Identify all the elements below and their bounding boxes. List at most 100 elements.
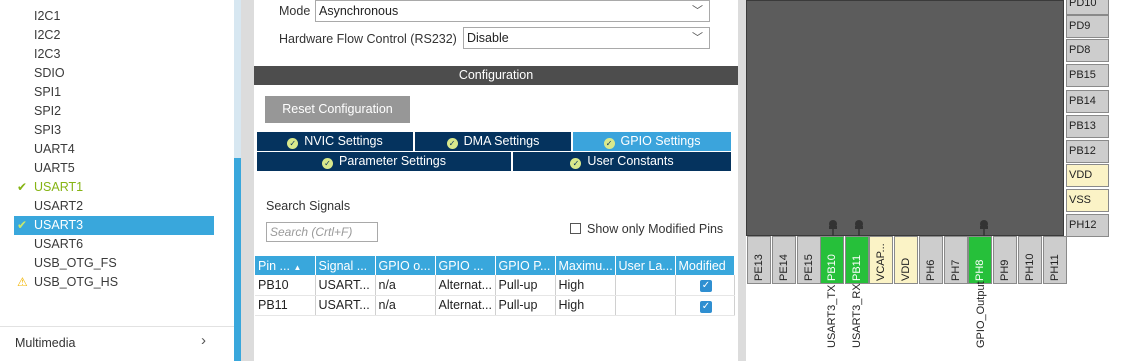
tab-dma-settings[interactable]: ✓ DMA Settings [415, 132, 571, 151]
column-header-max-speed[interactable]: Maximu... [555, 256, 616, 275]
chip-pin-ph7[interactable]: PH7 [944, 236, 968, 284]
column-header-modified[interactable]: Modified [675, 256, 735, 275]
tree-item-usb-otg-hs[interactable]: ⚠ USB_OTG_HS [14, 273, 214, 292]
mode-select[interactable]: Asynchronous ﹀ [315, 0, 710, 22]
cell-modified[interactable]: ✓ [675, 275, 735, 296]
checked-checkbox-icon[interactable]: ✓ [700, 280, 712, 293]
pin-label: PE14 [778, 254, 790, 281]
checked-checkbox-icon[interactable]: ✓ [700, 300, 712, 313]
chip-pin-pb12[interactable]: PB12 [1066, 140, 1109, 163]
chip-pin-vcap[interactable]: VCAP... [869, 236, 893, 284]
cell-gpio-mode: Alternat... [435, 295, 496, 316]
cell-modified[interactable]: ✓ [675, 295, 735, 316]
tree-item-usart3[interactable]: ✔ USART3 [14, 216, 214, 235]
tree-item-uart4[interactable]: UART4 [14, 140, 214, 159]
cell-user-label[interactable] [615, 275, 676, 296]
chip-pin-pb13[interactable]: PB13 [1066, 115, 1109, 138]
reset-configuration-button[interactable]: Reset Configuration [265, 96, 410, 123]
check-icon: ✔ [17, 218, 28, 232]
chip-pin-vdd-bottom[interactable]: VDD [894, 236, 918, 284]
cell-pin: PB10 [255, 275, 316, 296]
tree-item-partial[interactable] [14, 0, 214, 6]
chip-pin-pd8[interactable]: PD8 [1066, 39, 1109, 62]
table-row[interactable]: PB11 USART... n/a Alternat... Pull-up Hi… [255, 295, 735, 316]
tree-item-spi2[interactable]: SPI2 [14, 102, 214, 121]
show-modified-label: Show only Modified Pins [587, 222, 724, 236]
column-header-pin[interactable]: Pin ... ▲ [255, 256, 316, 275]
show-modified-pins-checkbox[interactable]: Show only Modified Pins [570, 222, 723, 236]
column-header-gpio-output[interactable]: GPIO o... [375, 256, 436, 275]
category-multimedia[interactable]: Multimedia › [0, 326, 234, 361]
tab-parameter-settings[interactable]: ✓ Parameter Settings [257, 152, 511, 171]
pin-label: PB15 [1069, 69, 1096, 81]
tree-item-spi1[interactable]: SPI1 [14, 83, 214, 102]
chip-body [746, 0, 1064, 236]
chevron-down-icon: ﹀ [692, 5, 703, 17]
tree-item-uart5[interactable]: UART5 [14, 159, 214, 178]
tab-nvic-settings[interactable]: ✓ NVIC Settings [257, 132, 413, 151]
column-header-user-label[interactable]: User La... [615, 256, 676, 275]
pin-signal-usart3-rx: USART3_RX [851, 283, 863, 348]
chip-pin-pb11[interactable]: PB11 [845, 236, 869, 284]
tree-item-i2c1[interactable]: I2C1 [14, 7, 214, 26]
pin-label: PH6 [925, 259, 937, 281]
column-header-gpio-pull[interactable]: GPIO P... [495, 256, 556, 275]
tree-item-usart6[interactable]: USART6 [14, 235, 214, 254]
column-header-gpio-mode[interactable]: GPIO ... [435, 256, 496, 275]
column-header-signal[interactable]: Signal ... [315, 256, 376, 275]
tree-item-usb-otg-fs[interactable]: USB_OTG_FS [14, 254, 214, 273]
tree-item-label: UART5 [34, 161, 75, 175]
tree-item-label: UART4 [34, 142, 75, 156]
cell-max-speed: High [555, 275, 616, 296]
chip-pin-pe15[interactable]: PE15 [797, 236, 821, 284]
cell-user-label[interactable] [615, 295, 676, 316]
category-label: Multimedia [15, 336, 76, 350]
tree-item-label: USB_OTG_HS [34, 275, 119, 289]
tree-item-label: SDIO [34, 66, 65, 80]
chip-pin-pe14[interactable]: PE14 [772, 236, 796, 284]
tree-item-label: SPI1 [34, 85, 62, 99]
search-signals-input[interactable] [266, 222, 378, 242]
chip-pin-ph11[interactable]: PH11 [1043, 236, 1067, 284]
chip-pin-ph12[interactable]: PH12 [1066, 214, 1109, 237]
tree-item-label: USART3 [34, 218, 84, 232]
warning-icon: ⚠ [17, 275, 28, 289]
pushpin-icon [829, 220, 837, 236]
pin-label: PB13 [1069, 120, 1096, 132]
sort-ascending-icon: ▲ [293, 262, 302, 272]
cell-signal: USART... [315, 295, 376, 316]
chip-pin-pb10[interactable]: PB10 [820, 236, 844, 284]
chip-pin-vdd[interactable]: VDD [1066, 164, 1109, 187]
scrollbar-thumb[interactable] [234, 158, 241, 361]
tree-item-i2c3[interactable]: I2C3 [14, 45, 214, 64]
mode-label: Mode [279, 4, 311, 18]
pin-label: PD9 [1069, 20, 1091, 32]
tree-item-label: I2C1 [34, 9, 61, 23]
chip-pin-ph9[interactable]: PH9 [993, 236, 1017, 284]
chip-pin-ph6[interactable]: PH6 [919, 236, 943, 284]
chevron-down-icon: ﹀ [692, 32, 703, 44]
tree-item-label: USART2 [34, 199, 84, 213]
chip-pin-pb14[interactable]: PB14 [1066, 90, 1109, 113]
chip-pin-pe13[interactable]: PE13 [747, 236, 771, 284]
tree-item-label: USART6 [34, 237, 84, 251]
chip-pin-pd10[interactable]: PD10 [1066, 0, 1109, 15]
flow-control-label: Hardware Flow Control (RS232) [279, 32, 457, 46]
pin-label: VCAP... [875, 243, 887, 281]
chip-pin-pb15[interactable]: PB15 [1066, 64, 1109, 87]
chip-pin-pd9[interactable]: PD9 [1066, 15, 1109, 38]
tab-user-constants[interactable]: ✓ User Constants [513, 152, 731, 171]
tree-item-sdio[interactable]: SDIO [14, 64, 214, 83]
tree-item-i2c2[interactable]: I2C2 [14, 26, 214, 45]
cell-gpio-pull: Pull-up [495, 295, 556, 316]
flow-control-select[interactable]: Disable ﹀ [463, 27, 710, 49]
pin-label: PB14 [1069, 95, 1096, 107]
chip-pin-vss[interactable]: VSS [1066, 189, 1109, 212]
table-row[interactable]: PB10 USART... n/a Alternat... Pull-up Hi… [255, 275, 735, 296]
tab-gpio-settings[interactable]: ✓ GPIO Settings [573, 132, 731, 151]
tree-item-spi3[interactable]: SPI3 [14, 121, 214, 140]
chip-pin-ph10[interactable]: PH10 [1018, 236, 1042, 284]
tree-item-usart1[interactable]: ✔ USART1 [14, 178, 214, 197]
tree-item-usart2[interactable]: USART2 [14, 197, 214, 216]
chip-pin-ph8[interactable]: PH8 [968, 236, 992, 284]
